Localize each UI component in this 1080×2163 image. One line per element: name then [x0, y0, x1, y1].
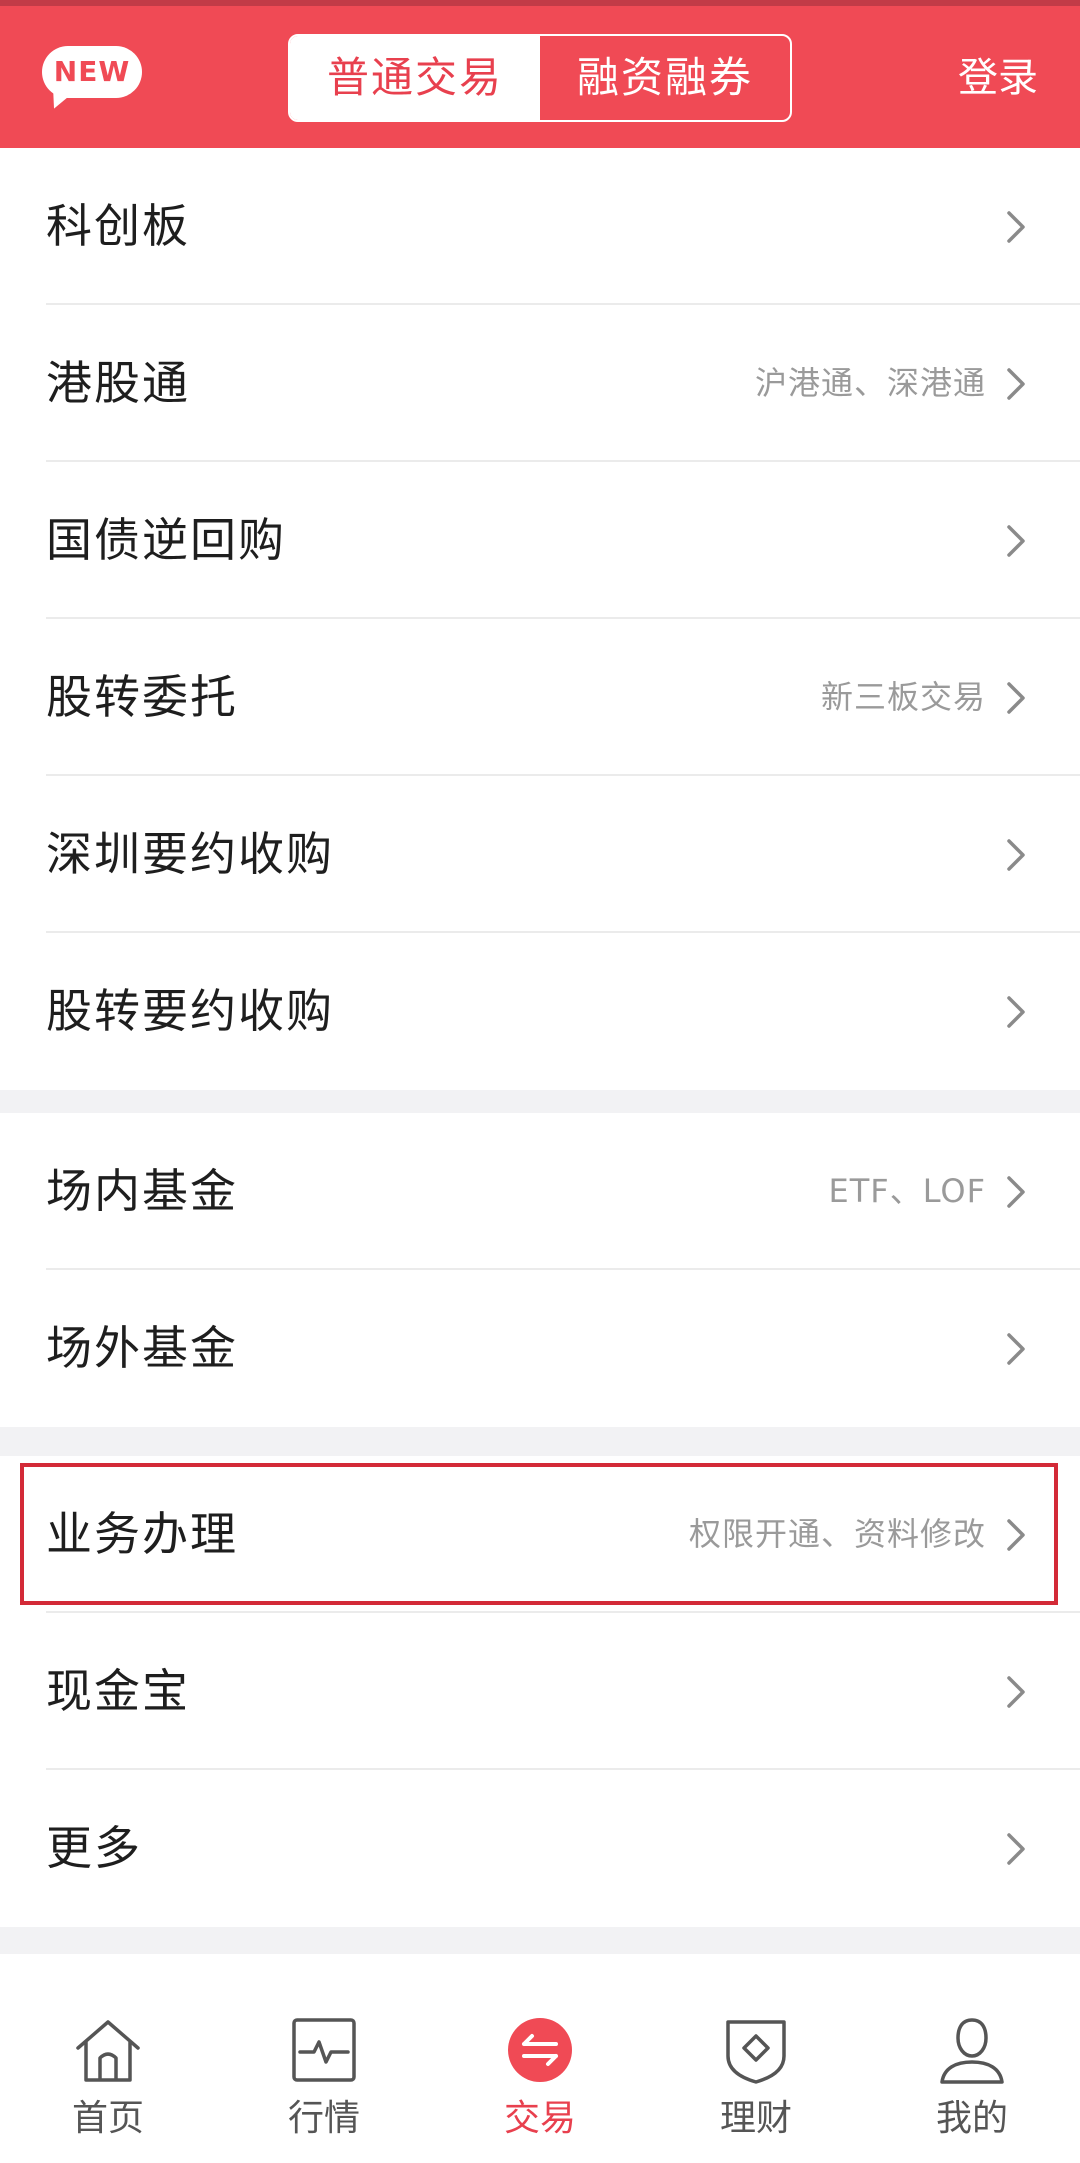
list-item-star-market[interactable]: 科创板 [0, 148, 1080, 305]
list-item-more[interactable]: 更多 [0, 1770, 1080, 1927]
list-item-otc-fund[interactable]: 场外基金 [0, 1270, 1080, 1427]
chevron-right-icon [1007, 1176, 1025, 1208]
exchange-arrows-icon [508, 2018, 572, 2082]
tab-label: 首页 [71, 2098, 144, 2139]
trade-mode-switch: 普通交易 融资融券 [288, 34, 792, 122]
top-header: NEW 普通交易 融资融券 登录 [0, 0, 1080, 148]
list-item-business-handling[interactable]: 业务办理 权限开通、资料修改 [0, 1456, 1080, 1613]
list-item-sz-tender-offer[interactable]: 深圳要约收购 [0, 776, 1080, 933]
list-item-hint: 沪港通、深港通 [754, 364, 986, 402]
list-group-trading: 科创板 港股通 沪港通、深港通 国债逆回购 股转委托 新三板交易 深圳要约收购 [0, 148, 1080, 1090]
list-item-label: 国债逆回购 [46, 513, 286, 567]
chevron-right-icon [1007, 1833, 1025, 1865]
tab-margin-trade[interactable]: 融资融券 [540, 36, 790, 120]
bottom-tab-bar: 首页 行情 交易 理财 我的 [0, 1954, 1080, 2163]
list-item-label: 场内基金 [46, 1164, 238, 1218]
list-item-label: 股转要约收购 [46, 984, 334, 1038]
chevron-right-icon [1007, 1676, 1025, 1708]
chevron-right-icon [1007, 211, 1025, 243]
chevron-right-icon [1007, 1333, 1025, 1365]
tab-label: 理财 [719, 2098, 792, 2139]
tab-trade[interactable]: 交易 [432, 1954, 648, 2163]
tab-normal-trade[interactable]: 普通交易 [290, 36, 540, 120]
new-badge[interactable]: NEW [42, 46, 142, 114]
list-item-reverse-repo[interactable]: 国债逆回购 [0, 462, 1080, 619]
login-button[interactable]: 登录 [958, 50, 1038, 106]
list-item-label: 业务办理 [46, 1507, 238, 1561]
list-item-hint: 新三板交易 [820, 678, 986, 716]
chevron-right-icon [1007, 368, 1025, 400]
tab-mine[interactable]: 我的 [864, 1954, 1080, 2163]
tab-label: 行情 [287, 2098, 360, 2139]
list-item-label: 科创板 [46, 199, 190, 253]
user-icon [940, 2018, 1004, 2084]
list-item-label: 场外基金 [46, 1321, 238, 1375]
shield-diamond-icon [726, 2020, 786, 2084]
list-group-services: 业务办理 权限开通、资料修改 现金宝 更多 [0, 1456, 1080, 1927]
list-group-funds: 场内基金 ETF、LOF 场外基金 [0, 1113, 1080, 1427]
chevron-right-icon [1007, 682, 1025, 714]
tab-label: 我的 [935, 2098, 1008, 2139]
list-item-label: 港股通 [46, 356, 190, 410]
list-item-exchange-fund[interactable]: 场内基金 ETF、LOF [0, 1113, 1080, 1270]
pulse-chart-icon [292, 2018, 356, 2082]
chevron-right-icon [1007, 1519, 1025, 1551]
trade-page: NEW 普通交易 融资融券 登录 科创板 港股通 沪港通、深港通 国债逆回购 股… [0, 0, 1080, 2163]
tab-label: 交易 [503, 2098, 576, 2139]
list-item-label: 更多 [46, 1821, 142, 1875]
chevron-right-icon [1007, 839, 1025, 871]
chevron-right-icon [1007, 525, 1025, 557]
tab-wealth[interactable]: 理财 [648, 1954, 864, 2163]
list-item-label: 股转委托 [46, 670, 238, 724]
list-item-neeq-tender-offer[interactable]: 股转要约收购 [0, 933, 1080, 1090]
list-item-hk-connect[interactable]: 港股通 沪港通、深港通 [0, 305, 1080, 462]
list-item-label: 深圳要约收购 [46, 827, 334, 881]
tab-home[interactable]: 首页 [0, 1954, 216, 2163]
list-item-neeq-order[interactable]: 股转委托 新三板交易 [0, 619, 1080, 776]
status-strip [0, 0, 1080, 6]
home-icon [76, 2020, 140, 2082]
tab-market[interactable]: 行情 [216, 1954, 432, 2163]
list-item-hint: 权限开通、资料修改 [688, 1515, 986, 1553]
chevron-right-icon [1007, 996, 1025, 1028]
list-item-label: 现金宝 [46, 1664, 190, 1718]
list-item-cash-treasure[interactable]: 现金宝 [0, 1613, 1080, 1770]
new-badge-label: NEW [42, 46, 142, 98]
list-item-hint: ETF、LOF [828, 1172, 986, 1210]
